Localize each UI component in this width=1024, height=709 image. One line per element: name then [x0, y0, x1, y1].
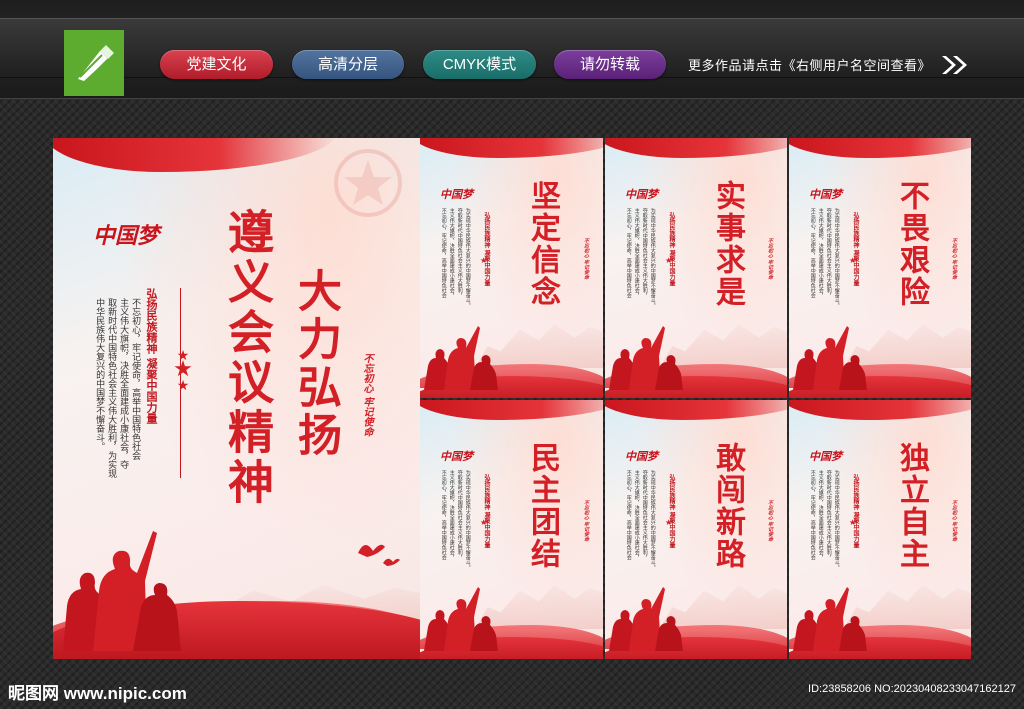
poster-1: 中国梦 坚定信念 弘扬民族精神 凝聚中国力量 不忘初心，牢记使命，高举中国特色社… [420, 138, 603, 398]
poster-subtitle: 弘扬民族精神 凝聚中国力量 [668, 474, 675, 549]
poster-body: 为实现中华民族伟大复兴的中国梦不懈奋斗。 [464, 470, 471, 570]
poster-seal: 不忘初心 牢记使命 [583, 238, 589, 280]
soldiers-silhouette-icon [793, 326, 867, 390]
red-flag-ribbon [789, 400, 971, 420]
tag-no-repost: 请勿转载 [554, 50, 666, 79]
poster-body: 夺取新时代中国特色社会主义伟大胜利， [456, 208, 463, 298]
poster-title: 民主团结 [525, 442, 560, 570]
pen-logo-icon [64, 30, 124, 96]
poster-body: 为实现中华民族伟大复兴的中国梦不懈奋斗。 [833, 470, 840, 570]
red-flag-ribbon [605, 138, 787, 158]
main-seal: 不忘初心 牢记使命 [361, 353, 372, 437]
china-dream-logo: 中国梦 [440, 188, 473, 201]
poster-body: 不忘初心，牢记使命，高举中国特色社会 [440, 208, 447, 298]
poster-body: 不忘初心，牢记使命，高举中国特色社会 [440, 470, 447, 560]
soldiers-silhouette-icon [609, 326, 683, 390]
more-works-notice[interactable]: 更多作品请点击《右侧用户名空间查看》 [688, 55, 931, 74]
stars-decoration: ★ [480, 518, 488, 527]
doves-icon [358, 544, 400, 566]
poster-body: 主义伟大旗帜，决胜全面建成小康社会， [817, 470, 824, 560]
top-banner: 党建文化 高清分层 CMYK模式 请勿转载 更多作品请点击《右侧用户名空间查看》 [0, 0, 1024, 99]
china-dream-logo: 中国梦 [93, 223, 160, 249]
poster-body: 夺取新时代中国特色社会主义伟大胜利， [641, 470, 648, 560]
red-flag-ribbon [53, 138, 337, 172]
poster-body: 夺取新时代中国特色社会主义伟大胜利， [641, 208, 648, 298]
china-dream-logo: 中国梦 [625, 188, 658, 201]
poster-4: 中国梦 民主团结 弘扬民族精神 凝聚中国力量 不忘初心，牢记使命，高举中国特色社… [420, 400, 603, 659]
poster-body: 不忘初心，牢记使命，高举中国特色社会 [809, 470, 816, 560]
poster-subtitle: 弘扬民族精神 凝聚中国力量 [668, 212, 675, 287]
poster-seal: 不忘初心 牢记使命 [951, 500, 957, 542]
poster-body: 为实现中华民族伟大复兴的中国梦不懈奋斗。 [649, 470, 656, 570]
poster-body: 为实现中华民族伟大复兴的中国梦不懈奋斗。 [649, 208, 656, 308]
poster-body: 夺取新时代中国特色社会主义伟大胜利， [456, 470, 463, 560]
poster-6: 中国梦 独立自主 弘扬民族精神 凝聚中国力量 不忘初心，牢记使命，高举中国特色社… [789, 400, 971, 659]
poster-subtitle: 弘扬民族精神 凝聚中国力量 [483, 212, 490, 287]
soldiers-silhouette-icon [63, 531, 181, 651]
poster-body: 为实现中华民族伟大复兴的中国梦不懈奋斗。 [833, 208, 840, 308]
poster-body: 主义伟大旗帜，决胜全面建成小康社会， [633, 208, 640, 298]
main-poster: 中国梦 遵义会议精神 大力弘扬 ★ ★ ★ 弘扬民族精神 凝聚中国力量 不忘初心… [53, 138, 420, 659]
poster-subtitle: 弘扬民族精神 凝聚中国力量 [852, 212, 859, 287]
china-dream-logo: 中国梦 [625, 450, 658, 463]
poster-seal: 不忘初心 牢记使命 [951, 238, 957, 280]
poster-body: 主义伟大旗帜，决胜全面建成小康社会， [448, 208, 455, 298]
china-dream-logo: 中国梦 [809, 450, 842, 463]
poster-body: 不忘初心，牢记使命，高举中国特色社会 [809, 208, 816, 298]
main-title-col1: 遵义会议精神 [221, 208, 275, 508]
main-body-col1: 不忘初心，牢记使命，高举中国特色社会 [130, 298, 141, 460]
red-flag-ribbon [789, 138, 971, 158]
main-body-col3: 取新时代中国特色社会主义伟大胜利，为实现 [106, 298, 117, 478]
double-arrow-right-icon[interactable] [940, 54, 970, 76]
image-id: ID:23858206 NO:20230408233047162127 [808, 683, 1016, 695]
poster-title: 实事求是 [710, 180, 745, 308]
red-flag-ribbon [420, 400, 603, 420]
poster-title: 坚定信念 [525, 180, 560, 308]
main-title-col2: 大力弘扬 [290, 268, 341, 460]
poster-body: 为实现中华民族伟大复兴的中国梦不懈奋斗。 [464, 208, 471, 308]
stars-decoration: ★ ★ ★ [171, 348, 195, 392]
red-flag-ribbon [605, 400, 787, 420]
main-body-col2: 主义伟大旗帜，决胜全面建成小康社会，夺 [118, 298, 129, 469]
stars-decoration: ★ [480, 256, 488, 265]
stars-decoration: ★ [849, 256, 857, 265]
stars-decoration: ★ [665, 518, 673, 527]
poster-body: 主义伟大旗帜，决胜全面建成小康社会， [448, 470, 455, 560]
poster-seal: 不忘初心 牢记使命 [767, 238, 773, 280]
poster-seal: 不忘初心 牢记使命 [767, 500, 773, 542]
china-dream-logo: 中国梦 [809, 188, 842, 201]
poster-5: 中国梦 敢闯新路 弘扬民族精神 凝聚中国力量 不忘初心，牢记使命，高举中国特色社… [605, 400, 787, 659]
main-body-col4: 中华民族伟大复兴的中国梦不懈奋斗。 [94, 298, 105, 451]
poster-title: 不畏艰险 [894, 180, 929, 308]
poster-body: 夺取新时代中国特色社会主义伟大胜利， [825, 208, 832, 298]
tag-party-culture: 党建文化 [160, 50, 273, 79]
poster-subtitle: 弘扬民族精神 凝聚中国力量 [852, 474, 859, 549]
soldiers-silhouette-icon [424, 587, 498, 651]
stars-decoration: ★ [849, 518, 857, 527]
poster-3: 中国梦 不畏艰险 弘扬民族精神 凝聚中国力量 不忘初心，牢记使命，高举中国特色社… [789, 138, 971, 398]
poster-body: 不忘初心，牢记使命，高举中国特色社会 [625, 470, 632, 560]
poster-body: 夺取新时代中国特色社会主义伟大胜利， [825, 470, 832, 560]
poster-seal: 不忘初心 牢记使命 [583, 500, 589, 542]
star-watermark-icon [334, 149, 402, 217]
soldiers-silhouette-icon [609, 587, 683, 651]
poster-2: 中国梦 实事求是 弘扬民族精神 凝聚中国力量 不忘初心，牢记使命，高举中国特色社… [605, 138, 787, 398]
red-flag-ribbon [420, 138, 603, 158]
china-dream-logo: 中国梦 [440, 450, 473, 463]
poster-body: 主义伟大旗帜，决胜全面建成小康社会， [633, 470, 640, 560]
main-subtitle: 弘扬民族精神 凝聚中国力量 [145, 288, 158, 424]
soldiers-silhouette-icon [424, 326, 498, 390]
tag-hd-layers: 高清分层 [292, 50, 404, 79]
poster-title: 敢闯新路 [710, 442, 745, 570]
star-icon: ★ [176, 377, 190, 393]
stars-decoration: ★ [665, 256, 673, 265]
poster-body: 不忘初心，牢记使命，高举中国特色社会 [625, 208, 632, 298]
tag-cmyk-mode: CMYK模式 [423, 50, 536, 79]
poster-subtitle: 弘扬民族精神 凝聚中国力量 [483, 474, 490, 549]
poster-body: 主义伟大旗帜，决胜全面建成小康社会， [817, 208, 824, 298]
soldiers-silhouette-icon [793, 587, 867, 651]
site-watermark: 昵图网 www.nipic.com [8, 684, 187, 703]
poster-title: 独立自主 [894, 442, 929, 570]
